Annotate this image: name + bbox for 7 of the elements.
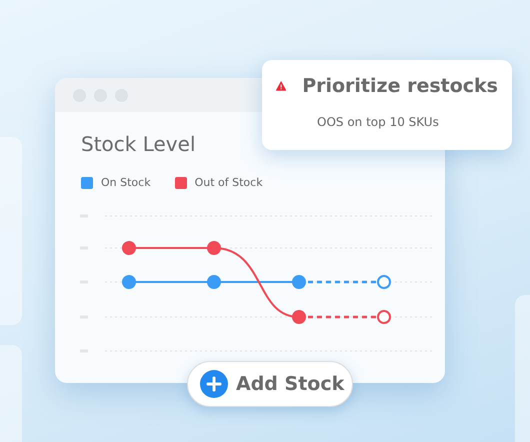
- plus-icon: [200, 370, 228, 398]
- legend-label: Out of Stock: [194, 175, 263, 191]
- legend-label: On Stock: [101, 175, 151, 191]
- chart-title: Stock Level: [81, 132, 197, 156]
- alert-message: OOS on top 10 SKUs: [317, 114, 440, 130]
- alert-title: Prioritize restocks: [302, 74, 498, 99]
- add-stock-button[interactable]: Add Stock: [187, 361, 353, 407]
